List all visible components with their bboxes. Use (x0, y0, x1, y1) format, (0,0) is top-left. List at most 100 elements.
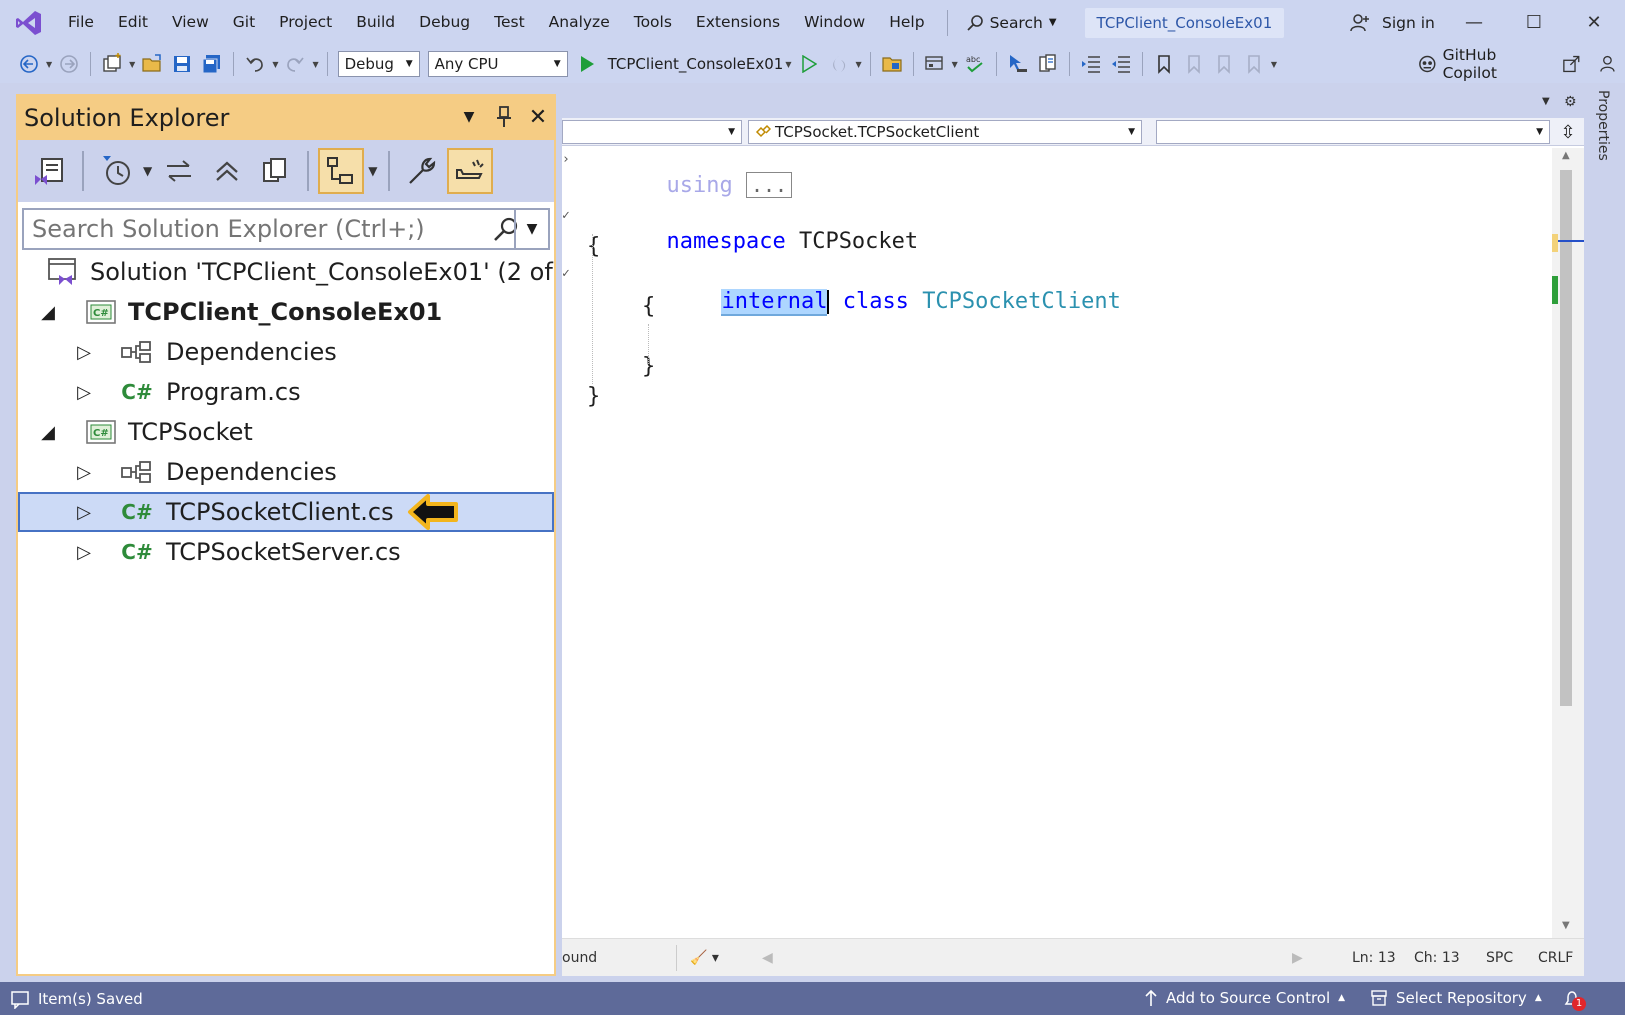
menu-debug[interactable]: Debug (407, 0, 482, 45)
feedback-icon[interactable] (1600, 54, 1619, 74)
chevron-down-icon[interactable]: ▼ (312, 60, 318, 69)
window-position-button[interactable]: ▼ (454, 102, 484, 132)
menu-help[interactable]: Help (877, 0, 936, 45)
menu-tools[interactable]: Tools (622, 0, 684, 45)
sync-with-document-button[interactable] (156, 148, 202, 194)
char-number[interactable]: Ch: 13 (1414, 950, 1460, 966)
search-button[interactable]: Search ▼ (958, 0, 1065, 45)
scroll-up-icon[interactable]: ▲ (1562, 150, 1570, 161)
collapsed-region[interactable]: ... (745, 172, 793, 198)
scroll-down-icon[interactable]: ▼ (1562, 920, 1570, 931)
solution-search-box[interactable]: ▼ (22, 208, 550, 250)
start-without-debugging-button[interactable] (796, 51, 822, 77)
expand-arrow-icon[interactable]: ▷ (74, 462, 94, 483)
menu-file[interactable]: File (56, 0, 106, 45)
collapse-outline-icon[interactable]: ✓ (562, 266, 570, 281)
select-element-button[interactable] (1005, 51, 1031, 77)
chevron-down-icon[interactable]: ▼ (785, 60, 791, 69)
line-ending[interactable]: CRLF (1538, 950, 1573, 966)
previous-bookmark-button[interactable] (1181, 51, 1207, 77)
issues-indicator[interactable]: ound (562, 950, 597, 966)
project-navigation-select[interactable]: ▼ (562, 120, 742, 144)
menu-git[interactable]: Git (221, 0, 267, 45)
navigate-back-button[interactable] (16, 51, 42, 77)
tree-item-dependencies[interactable]: ▷ Dependencies (18, 332, 554, 372)
tree-item-dependencies[interactable]: ▷ Dependencies (18, 452, 554, 492)
properties-side-tab[interactable]: Properties (1590, 90, 1616, 170)
preview-button[interactable] (447, 148, 494, 194)
next-bookmark-button[interactable] (1211, 51, 1237, 77)
add-to-source-control-button[interactable]: Add to Source Control ▲ (1144, 989, 1345, 1007)
menu-window[interactable]: Window (792, 0, 877, 45)
editor-tab-dropdown-icon[interactable]: ▼ (1542, 96, 1550, 107)
expand-outline-icon[interactable]: › (562, 152, 570, 167)
toolbar-overflow-icon[interactable]: ▼ (1271, 60, 1277, 69)
menu-test[interactable]: Test (482, 0, 537, 45)
copy-button[interactable] (1035, 51, 1061, 77)
member-navigation-select[interactable]: ▼ (1156, 120, 1550, 144)
solution-configuration-select[interactable]: Debug ▼ (337, 51, 420, 77)
indent-button[interactable] (1078, 51, 1104, 77)
save-button[interactable] (169, 51, 195, 77)
solution-search-input[interactable] (24, 215, 474, 243)
toggle-bookmark-button[interactable] (1151, 51, 1177, 77)
gear-icon[interactable]: ⚙ (1564, 94, 1577, 110)
undo-button[interactable] (242, 51, 268, 77)
vertical-scrollbar[interactable]: ▲ ▼ (1552, 148, 1584, 938)
tree-item-project[interactable]: ◢ C# TCPClient_ConsoleEx01 (18, 292, 554, 332)
hot-reload-button[interactable] (826, 51, 852, 77)
close-panel-button[interactable]: ✕ (523, 102, 553, 132)
new-project-button[interactable] (99, 51, 125, 77)
show-all-files-button[interactable] (252, 148, 298, 194)
layout-button[interactable] (922, 51, 948, 77)
maximize-button[interactable]: ☐ (1504, 0, 1564, 45)
search-options-button[interactable]: ▼ (514, 210, 548, 248)
solution-folder-button[interactable] (879, 51, 905, 77)
type-navigation-select[interactable]: TCPSocket.TCPSocketClient ▼ (748, 120, 1142, 144)
code-area[interactable]: › using ... ✓ namespace TCPSocket { ✓ in… (562, 148, 1552, 938)
menu-extensions[interactable]: Extensions (684, 0, 792, 45)
chevron-down-icon[interactable]: ▼ (129, 60, 135, 69)
line-number[interactable]: Ln: 13 (1352, 950, 1396, 966)
menu-view[interactable]: View (160, 0, 221, 45)
clear-bookmarks-button[interactable] (1241, 51, 1267, 77)
properties-button[interactable] (399, 148, 445, 194)
tree-item-solution[interactable]: Solution 'TCPClient_ConsoleEx01' (2 of 2 (18, 252, 554, 292)
outdent-button[interactable] (1108, 51, 1134, 77)
chevron-down-icon[interactable]: ▼ (272, 60, 278, 69)
select-repository-button[interactable]: Select Repository ▲ (1370, 989, 1542, 1007)
split-window-button[interactable]: ⇳ (1556, 120, 1580, 144)
pending-changes-filter-button[interactable] (93, 148, 139, 194)
startup-project-label[interactable]: TCPClient_ConsoleEx01 (608, 55, 784, 73)
chevron-down-icon[interactable]: ▼ (952, 60, 958, 69)
notifications-button[interactable]: 1 (1562, 989, 1590, 1011)
chevron-down-icon[interactable]: ▼ (856, 60, 862, 69)
share-icon[interactable] (1562, 54, 1581, 74)
navigate-forward-button[interactable] (56, 51, 82, 77)
chevron-down-icon[interactable]: ▼ (143, 164, 152, 178)
close-window-button[interactable]: ✕ (1564, 0, 1624, 45)
expand-arrow-icon[interactable]: ▷ (74, 542, 94, 563)
collapse-arrow-icon[interactable]: ◢ (38, 422, 58, 443)
collapse-arrow-icon[interactable]: ◢ (38, 302, 58, 323)
tree-item-file-selected[interactable]: ▷ C# TCPSocketClient.cs (18, 492, 554, 532)
code-cleanup-button[interactable]: 🧹 ▾ (690, 950, 719, 966)
expand-arrow-icon[interactable]: ▷ (74, 382, 94, 403)
tree-item-file[interactable]: ▷ C# Program.cs (18, 372, 554, 412)
menu-build[interactable]: Build (344, 0, 407, 45)
minimize-button[interactable]: — (1444, 0, 1504, 45)
expand-arrow-icon[interactable]: ▷ (74, 502, 94, 523)
scroll-left-icon[interactable]: ◀ (762, 950, 773, 966)
open-file-button[interactable] (139, 51, 165, 77)
scrollbar-thumb[interactable] (1560, 170, 1572, 706)
start-debugging-button[interactable] (574, 51, 600, 77)
spell-check-button[interactable]: abc (962, 51, 988, 77)
menu-analyze[interactable]: Analyze (537, 0, 622, 45)
expand-arrow-icon[interactable]: ▷ (74, 342, 94, 363)
redo-button[interactable] (282, 51, 308, 77)
scroll-right-icon[interactable]: ▶ (1292, 950, 1303, 966)
collapse-outline-icon[interactable]: ✓ (562, 208, 570, 223)
collapse-all-button[interactable] (204, 148, 250, 194)
chevron-down-icon[interactable]: ▼ (46, 60, 52, 69)
switch-views-button[interactable] (27, 148, 73, 194)
